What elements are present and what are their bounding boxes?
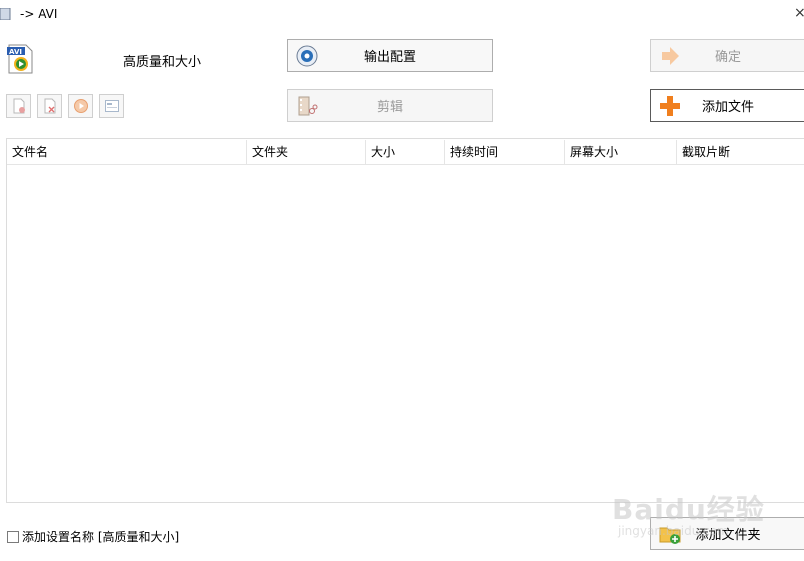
plus-icon <box>660 95 680 116</box>
column-header-clip-segment[interactable]: 截取片断 <box>677 140 804 164</box>
add-file-label: 添加文件 <box>701 100 754 115</box>
add-folder-label: 添加文件夹 <box>695 528 761 543</box>
clip-button[interactable]: 剪辑 <box>287 89 493 122</box>
film-scissors-icon <box>298 96 318 115</box>
svg-text:AVI: AVI <box>9 48 22 56</box>
avi-file-icon: AVI <box>7 44 33 74</box>
column-header-duration[interactable]: 持续时间 <box>445 140 565 164</box>
remove-file-icon <box>13 98 25 114</box>
close-icon[interactable]: × <box>794 5 804 21</box>
gear-icon <box>296 45 318 66</box>
column-header-size[interactable]: 大小 <box>366 140 445 164</box>
play-icon <box>73 99 88 113</box>
media-info-button[interactable] <box>99 94 124 118</box>
app-icon <box>0 8 11 20</box>
checkbox-box[interactable] <box>7 530 19 543</box>
clear-list-icon <box>44 98 55 114</box>
checkbox-label: 添加设置名称 [高质量和大小] <box>22 530 180 544</box>
remove-file-button[interactable] <box>6 94 31 118</box>
add-file-button[interactable]: 添加文件 <box>650 89 804 122</box>
output-config-button[interactable]: 输出配置 <box>287 39 493 72</box>
file-list-table[interactable]: 文件名 文件夹 大小 持续时间 屏幕大小 截取片断 <box>6 138 804 503</box>
media-info-icon <box>104 100 119 112</box>
arrow-right-icon <box>662 46 679 65</box>
output-config-label: 输出配置 <box>363 50 416 65</box>
title-bar: -> AVI × <box>0 0 804 30</box>
clip-label: 剪辑 <box>376 100 403 115</box>
add-folder-button[interactable]: 添加文件夹 <box>650 517 804 550</box>
column-header-screen-size[interactable]: 屏幕大小 <box>565 140 677 164</box>
column-header-folder[interactable]: 文件夹 <box>247 140 366 164</box>
ok-label: 确定 <box>714 50 741 65</box>
window-title: -> AVI <box>20 7 58 21</box>
clear-list-button[interactable] <box>37 94 62 118</box>
ok-button[interactable]: 确定 <box>650 39 804 72</box>
column-header-filename[interactable]: 文件名 <box>7 140 247 164</box>
table-header: 文件名 文件夹 大小 持续时间 屏幕大小 截取片断 <box>7 140 804 165</box>
play-button[interactable] <box>68 94 93 118</box>
folder-add-icon <box>659 527 681 544</box>
profile-name: 高质量和大小 <box>123 55 202 70</box>
add-setting-name-checkbox[interactable]: 添加设置名称 [高质量和大小] <box>7 528 179 545</box>
